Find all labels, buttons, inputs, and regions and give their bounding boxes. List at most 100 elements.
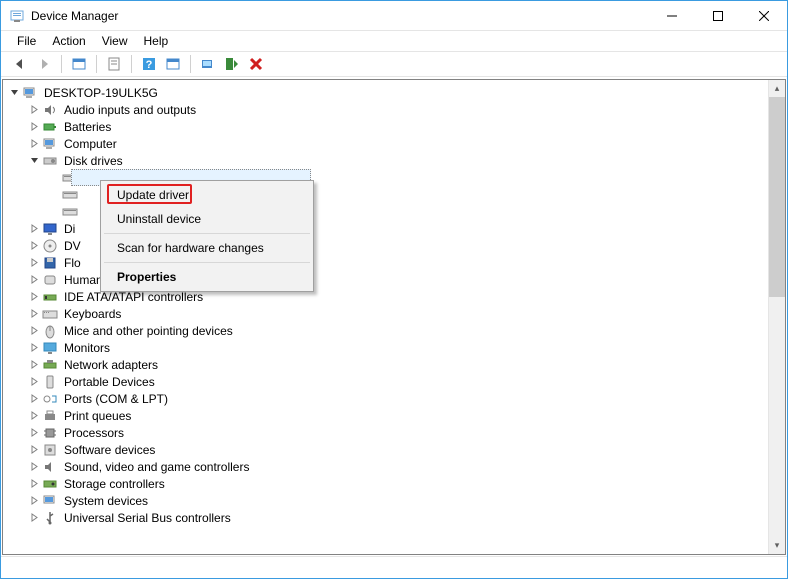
tree-node[interactable]: Batteries xyxy=(3,118,785,135)
chevron-right-icon[interactable] xyxy=(27,239,41,253)
node-label: Audio inputs and outputs xyxy=(62,103,198,117)
drive-icon xyxy=(62,187,78,203)
tree-node[interactable]: Software devices xyxy=(3,441,785,458)
chevron-right-icon[interactable] xyxy=(27,460,41,474)
chevron-right-icon[interactable] xyxy=(27,222,41,236)
context-menu-item[interactable]: Uninstall device xyxy=(103,207,311,231)
mouse-icon xyxy=(42,323,58,339)
tree-node[interactable]: Ports (COM & LPT) xyxy=(3,390,785,407)
scroll-up-button[interactable]: ▴ xyxy=(769,80,785,97)
properties-button[interactable] xyxy=(103,53,125,75)
back-button[interactable] xyxy=(9,53,31,75)
scroll-down-button[interactable]: ▾ xyxy=(769,537,785,554)
device-tree[interactable]: DESKTOP-19ULK5G Audio inputs and outputsB… xyxy=(2,79,786,555)
node-label: Disk drives xyxy=(62,154,125,168)
toolbar-separator xyxy=(190,55,191,73)
chevron-right-icon[interactable] xyxy=(27,120,41,134)
chevron-right-icon[interactable] xyxy=(27,426,41,440)
chevron-right-icon[interactable] xyxy=(27,307,41,321)
chevron-right-icon[interactable] xyxy=(27,494,41,508)
tree-node[interactable]: System devices xyxy=(3,492,785,509)
chevron-down-icon[interactable] xyxy=(7,86,21,100)
toolbar-separator xyxy=(61,55,62,73)
root-label: DESKTOP-19ULK5G xyxy=(42,86,160,100)
chevron-right-icon[interactable] xyxy=(27,409,41,423)
chevron-right-icon[interactable] xyxy=(27,443,41,457)
uninstall-button[interactable] xyxy=(245,53,267,75)
context-menu-item[interactable]: Scan for hardware changes xyxy=(103,236,311,260)
vertical-scrollbar[interactable]: ▴ ▾ xyxy=(768,80,785,554)
port-icon xyxy=(42,391,58,407)
app-icon xyxy=(9,8,25,24)
tree-node[interactable]: Print queues xyxy=(3,407,785,424)
svg-text:?: ? xyxy=(146,59,153,71)
tree-node[interactable]: Computer xyxy=(3,135,785,152)
computer-icon xyxy=(42,136,58,152)
chevron-right-icon[interactable] xyxy=(27,341,41,355)
menu-view[interactable]: View xyxy=(94,32,136,50)
enable-button[interactable] xyxy=(221,53,243,75)
menu-file[interactable]: File xyxy=(9,32,44,50)
tree-node[interactable]: Monitors xyxy=(3,339,785,356)
help-button[interactable]: ? xyxy=(138,53,160,75)
chevron-right-icon[interactable] xyxy=(27,392,41,406)
battery-icon xyxy=(42,119,58,135)
network-icon xyxy=(42,357,58,373)
node-label: Sound, video and game controllers xyxy=(62,460,251,474)
toolbar-separator xyxy=(96,55,97,73)
tree-node[interactable]: Portable Devices xyxy=(3,373,785,390)
update-driver-button[interactable] xyxy=(197,53,219,75)
node-label: System devices xyxy=(62,494,150,508)
forward-button[interactable] xyxy=(33,53,55,75)
toolbar-separator xyxy=(131,55,132,73)
chevron-right-icon[interactable] xyxy=(27,103,41,117)
disk-icon xyxy=(42,153,58,169)
node-label: Mice and other pointing devices xyxy=(62,324,235,338)
context-menu-item[interactable]: Update driver xyxy=(103,183,311,207)
chevron-right-icon[interactable] xyxy=(27,477,41,491)
audio-icon xyxy=(42,102,58,118)
menu-help[interactable]: Help xyxy=(136,32,177,50)
scroll-thumb[interactable] xyxy=(769,97,785,297)
tree-node[interactable]: Mice and other pointing devices xyxy=(3,322,785,339)
chevron-right-icon[interactable] xyxy=(27,290,41,304)
tree-node[interactable]: Universal Serial Bus controllers xyxy=(3,509,785,526)
portable-icon xyxy=(42,374,58,390)
menu-separator xyxy=(104,262,310,263)
node-label: Storage controllers xyxy=(62,477,167,491)
chevron-right-icon[interactable] xyxy=(27,137,41,151)
storage-icon xyxy=(42,476,58,492)
printer-icon xyxy=(42,408,58,424)
minimize-button[interactable] xyxy=(649,1,695,31)
menu-action[interactable]: Action xyxy=(44,32,93,50)
maximize-button[interactable] xyxy=(695,1,741,31)
system-icon xyxy=(42,493,58,509)
tree-node[interactable]: Processors xyxy=(3,424,785,441)
tree-node[interactable]: Keyboards xyxy=(3,305,785,322)
tree-node[interactable]: Sound, video and game controllers xyxy=(3,458,785,475)
scan-button[interactable] xyxy=(162,53,184,75)
toolbar: ? xyxy=(1,51,787,77)
show-hidden-button[interactable] xyxy=(68,53,90,75)
chevron-right-icon[interactable] xyxy=(27,273,41,287)
chevron-right-icon[interactable] xyxy=(27,358,41,372)
context-menu-item[interactable]: Properties xyxy=(103,265,311,289)
chevron-right-icon[interactable] xyxy=(27,256,41,270)
context-menu: Update driverUninstall device Scan for ha… xyxy=(100,180,314,292)
tree-root[interactable]: DESKTOP-19ULK5G xyxy=(3,84,785,101)
body: DESKTOP-19ULK5G Audio inputs and outputsB… xyxy=(1,77,787,556)
tree-node[interactable]: Audio inputs and outputs xyxy=(3,101,785,118)
chevron-right-icon[interactable] xyxy=(27,511,41,525)
tree-node[interactable]: Storage controllers xyxy=(3,475,785,492)
close-button[interactable] xyxy=(741,1,787,31)
computerroot-icon xyxy=(22,85,38,101)
monitor-icon xyxy=(42,340,58,356)
software-icon xyxy=(42,442,58,458)
chevron-right-icon[interactable] xyxy=(27,324,41,338)
tree-node[interactable]: Network adapters xyxy=(3,356,785,373)
tree-node[interactable]: Disk drives xyxy=(3,152,785,169)
chevron-down-icon[interactable] xyxy=(27,154,41,168)
chevron-right-icon[interactable] xyxy=(27,375,41,389)
hid-icon xyxy=(42,272,58,288)
display-icon xyxy=(42,221,58,237)
